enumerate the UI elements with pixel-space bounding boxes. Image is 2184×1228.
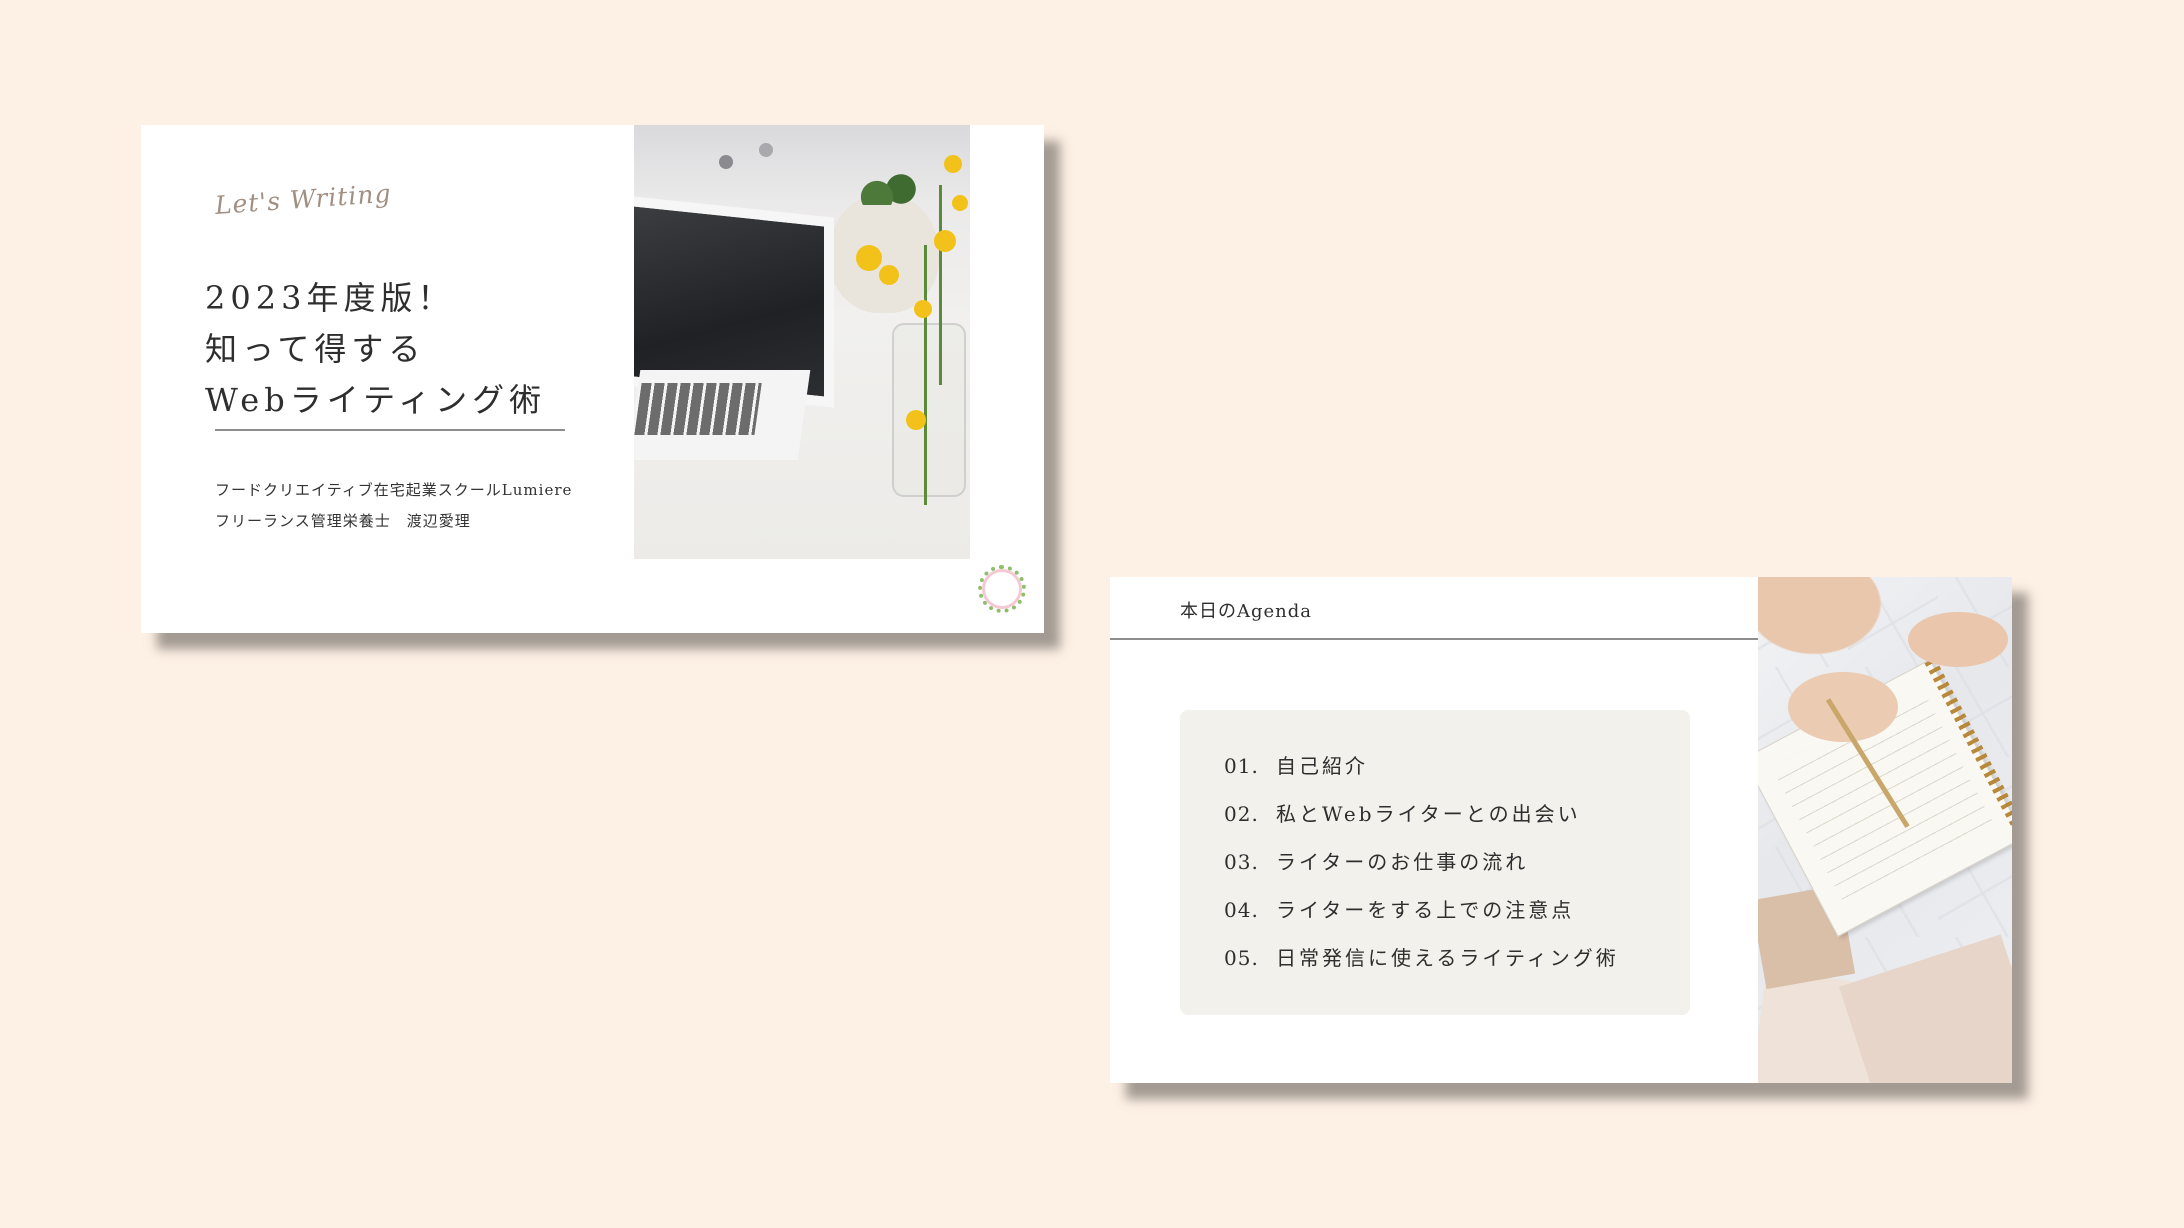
agenda-item-number: 03. <box>1224 850 1259 874</box>
agenda-item-number: 01. <box>1224 754 1259 778</box>
agenda-item: 01. 自己紹介 <box>1224 750 1368 779</box>
decor-ball <box>719 155 733 169</box>
agenda-item-label: ライターのお仕事の流れ <box>1276 850 1529 874</box>
yellow-flower <box>879 265 899 285</box>
agenda-item: 03. ライターのお仕事の流れ <box>1224 846 1528 875</box>
agenda-item-label: 私とWebライターとの出会い <box>1276 802 1581 826</box>
agenda-item: 05. 日常発信に使えるライティング術 <box>1224 942 1619 971</box>
script-tagline: Let's Writing <box>213 178 393 220</box>
arm <box>1758 577 1898 667</box>
agenda-item-number: 04. <box>1224 898 1259 922</box>
yellow-flower <box>906 410 926 430</box>
agenda-item-number: 02. <box>1224 802 1259 826</box>
subtitle-author: フリーランス管理栄養士 渡辺愛理 <box>215 512 471 530</box>
agenda-item-label: ライターをする上での注意点 <box>1276 898 1575 922</box>
glass-jar <box>892 323 966 497</box>
title-line-3: Webライティング術 <box>205 381 547 419</box>
vase <box>829 193 939 313</box>
plant-leaves <box>859 165 919 205</box>
agenda-item: 02. 私とWebライターとの出会い <box>1224 798 1581 827</box>
laptop-photo <box>634 125 970 559</box>
yellow-flower <box>952 195 968 211</box>
title-line-2: 知って得する <box>205 330 426 368</box>
agenda-item-label: 日常発信に使えるライティング術 <box>1276 946 1619 970</box>
agenda-divider <box>1110 638 1758 640</box>
yellow-flower <box>934 230 956 252</box>
logo-wreath-icon <box>978 565 1026 613</box>
title-line-1: 2023年度版！ <box>205 279 455 317</box>
agenda-item: 04. ライターをする上での注意点 <box>1224 894 1574 923</box>
writing-hand <box>1788 672 1898 742</box>
hand <box>1908 612 2008 667</box>
writing-photo <box>1758 577 2012 1083</box>
flower-stem <box>924 245 927 505</box>
yellow-flower <box>856 245 882 271</box>
flower-stem <box>939 185 942 385</box>
agenda-item-number: 05. <box>1224 946 1259 970</box>
decor-ball <box>759 143 773 157</box>
agenda-list: 01. 自己紹介 02. 私とWebライターとの出会い 03. ライターのお仕事の流れ… <box>1180 710 1690 1015</box>
yellow-flower <box>914 300 932 318</box>
laptop-keyboard <box>634 383 762 435</box>
yellow-flower <box>944 155 962 173</box>
title-slide: Let's Writing 2023年度版！ 知って得する Webライティング術… <box>141 125 1044 633</box>
agenda-slide: 本日のAgenda 01. 自己紹介 02. 私とWebライターとの出会い 03. ラ… <box>1110 577 2012 1083</box>
agenda-heading: 本日のAgenda <box>1180 601 1313 622</box>
subtitle-school: フードクリエイティブ在宅起業スクールLumiere <box>215 481 573 499</box>
agenda-item-label: 自己紹介 <box>1276 754 1368 778</box>
title-divider <box>215 429 565 431</box>
